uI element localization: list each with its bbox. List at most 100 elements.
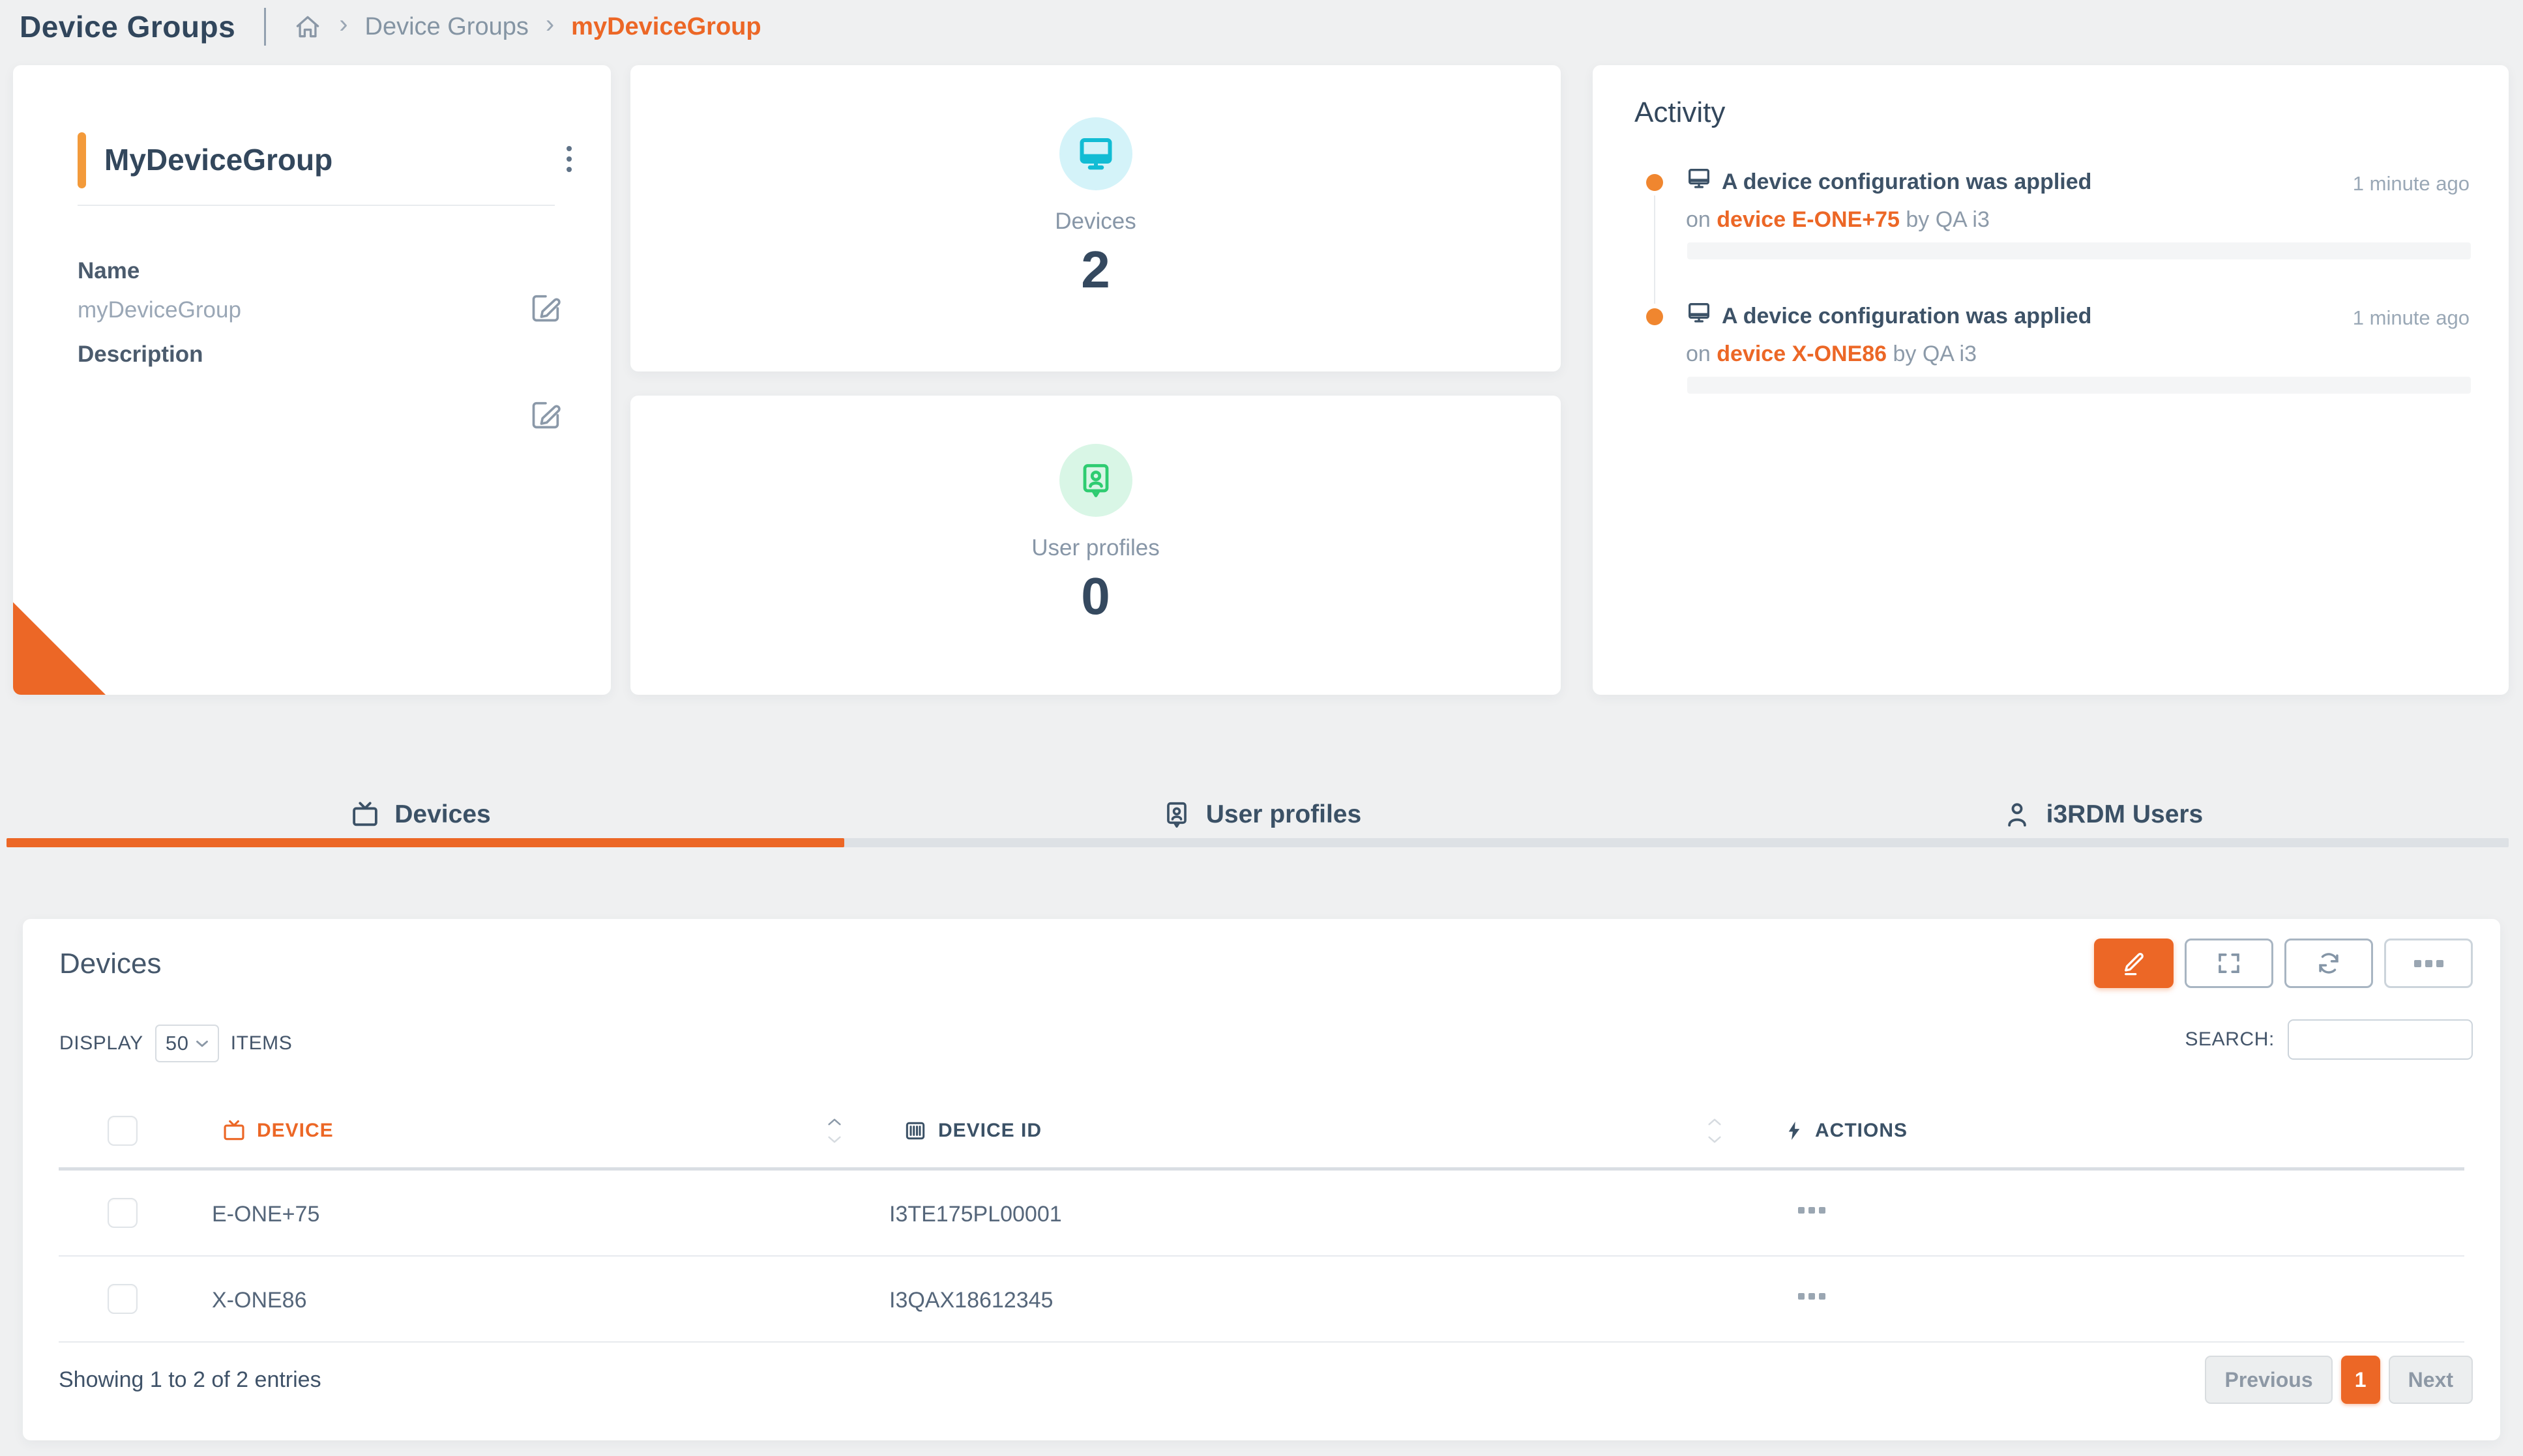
row-actions-button[interactable] <box>1798 1293 1825 1300</box>
timeline-connector <box>1654 193 1655 308</box>
corner-triangle-decoration <box>13 602 106 695</box>
timeline-dot <box>1646 174 1663 191</box>
sort-control-device[interactable] <box>827 1094 842 1167</box>
tab-devices[interactable]: Devices <box>0 790 841 839</box>
tab-devices-label: Devices <box>394 800 490 829</box>
next-page-button[interactable]: Next <box>2389 1356 2473 1404</box>
column-header-device-id[interactable]: DEVICE ID <box>903 1094 1042 1167</box>
activity-detail-prefix: on <box>1686 207 1717 232</box>
column-label-actions: ACTIONS <box>1815 1120 1908 1142</box>
activity-device-link[interactable]: device E-ONE+75 <box>1717 207 1900 232</box>
select-all-checkbox[interactable] <box>108 1116 138 1146</box>
activity-detail-prefix: on <box>1686 342 1717 366</box>
person-icon <box>2002 800 2032 830</box>
activity-item-title: A device configuration was applied <box>1722 169 2091 195</box>
activity-item-time: 1 minute ago <box>2353 306 2470 330</box>
row-actions-button[interactable] <box>1798 1207 1825 1214</box>
table-footer: Showing 1 to 2 of 2 entries Previous 1 N… <box>59 1344 2473 1416</box>
activity-item-title: A device configuration was applied <box>1722 304 2091 329</box>
edit-description-icon[interactable] <box>529 398 563 431</box>
entries-summary: Showing 1 to 2 of 2 entries <box>59 1367 321 1393</box>
monitor-icon <box>1059 117 1132 190</box>
name-label: Name <box>78 258 140 284</box>
page-size-select[interactable]: 50 <box>155 1025 219 1062</box>
devices-stat-value: 2 <box>1081 240 1110 300</box>
user-profiles-stat-label: User profiles <box>1031 535 1159 561</box>
user-profiles-stat-card[interactable]: User profiles 0 <box>630 396 1561 695</box>
search-input[interactable] <box>2288 1019 2473 1060</box>
sort-asc-icon <box>1707 1118 1722 1126</box>
search-control: SEARCH: <box>2185 1019 2473 1060</box>
pagination: Previous 1 Next <box>2205 1356 2473 1404</box>
edit-name-icon[interactable] <box>529 291 563 325</box>
activity-detail-suffix: by QA i3 <box>1900 207 1990 232</box>
device-id-cell: I3QAX18612345 <box>889 1288 1053 1313</box>
previous-page-button[interactable]: Previous <box>2205 1356 2332 1404</box>
tab-bar: Devices User profiles i3RDM Users <box>0 790 2523 855</box>
tab-i3rdm-users[interactable]: i3RDM Users <box>1682 790 2523 839</box>
row-checkbox[interactable] <box>108 1198 138 1228</box>
home-icon[interactable] <box>293 12 322 41</box>
kebab-menu-icon[interactable] <box>561 141 577 177</box>
device-id-icon <box>903 1118 928 1143</box>
divider <box>78 205 555 206</box>
description-label: Description <box>78 342 203 368</box>
column-header-actions: ACTIONS <box>1784 1094 1908 1167</box>
pencil-icon <box>2120 950 2147 977</box>
activity-item-separator <box>1687 377 2471 394</box>
accent-bar <box>78 132 86 188</box>
monitor-icon <box>1686 166 1712 192</box>
ellipsis-icon <box>2414 960 2443 967</box>
current-page-button[interactable]: 1 <box>2341 1356 2380 1404</box>
activity-item-detail: on device X-ONE86 by QA i3 <box>1686 342 1977 367</box>
user-badge-icon <box>1162 800 1192 830</box>
column-label-device-id: DEVICE ID <box>938 1120 1042 1142</box>
edit-button[interactable] <box>2094 939 2174 988</box>
lightning-icon <box>1784 1120 1805 1141</box>
user-badge-icon <box>1059 444 1132 517</box>
table-row[interactable]: E-ONE+75 I3TE175PL00001 <box>59 1171 2464 1257</box>
chevron-down-icon <box>196 1040 209 1048</box>
sort-control-device-id[interactable] <box>1707 1094 1722 1167</box>
tab-user-profiles[interactable]: User profiles <box>841 790 1682 839</box>
breadcrumb-separator: › <box>339 11 347 42</box>
devices-table-panel: Devices DISPLAY 50 <box>23 919 2500 1440</box>
refresh-icon <box>2315 950 2342 977</box>
sort-desc-icon <box>827 1135 842 1144</box>
page-size-control: DISPLAY 50 ITEMS <box>59 1025 292 1062</box>
activity-item-separator <box>1687 242 2471 259</box>
monitor-icon <box>1686 300 1712 326</box>
table-header: DEVICE DEVICE ID ACTIONS <box>59 1094 2464 1171</box>
activity-detail-suffix: by QA i3 <box>1887 342 1977 366</box>
refresh-button[interactable] <box>2284 939 2373 988</box>
sort-desc-icon <box>1707 1135 1722 1144</box>
search-label: SEARCH: <box>2185 1028 2275 1051</box>
display-label: DISPLAY <box>59 1032 143 1055</box>
devices-stat-card[interactable]: Devices 2 <box>630 65 1561 371</box>
column-header-device[interactable]: DEVICE <box>222 1094 334 1167</box>
devices-stat-label: Devices <box>1055 209 1136 235</box>
activity-item-time: 1 minute ago <box>2353 172 2470 196</box>
column-label-device: DEVICE <box>257 1120 334 1142</box>
activity-item-detail: on device E-ONE+75 by QA i3 <box>1686 207 1990 233</box>
activity-title: Activity <box>1634 96 1725 129</box>
activity-device-link[interactable]: device X-ONE86 <box>1717 342 1887 366</box>
table-row[interactable]: X-ONE86 I3QAX18612345 <box>59 1257 2464 1343</box>
tab-user-profiles-label: User profiles <box>1206 800 1361 829</box>
breadcrumb-current: myDeviceGroup <box>571 13 761 41</box>
more-actions-button[interactable] <box>2384 939 2473 988</box>
row-checkbox[interactable] <box>108 1284 138 1314</box>
tab-underline-track <box>7 838 2509 847</box>
user-profiles-stat-value: 0 <box>1081 566 1110 626</box>
table-body: E-ONE+75 I3TE175PL00001 X-ONE86 I3QAX186… <box>59 1171 2464 1343</box>
title-divider <box>264 8 266 46</box>
active-tab-underline <box>7 838 844 847</box>
breadcrumb-device-groups[interactable]: Device Groups <box>365 13 529 41</box>
sort-asc-icon <box>827 1118 842 1126</box>
breadcrumb-separator: › <box>546 11 554 42</box>
activity-panel: Activity A device configuration was appl… <box>1593 65 2509 695</box>
name-value: myDeviceGroup <box>78 297 241 323</box>
timeline-dot <box>1646 308 1663 325</box>
device-name-cell: E-ONE+75 <box>212 1202 319 1227</box>
fullscreen-button[interactable] <box>2185 939 2273 988</box>
